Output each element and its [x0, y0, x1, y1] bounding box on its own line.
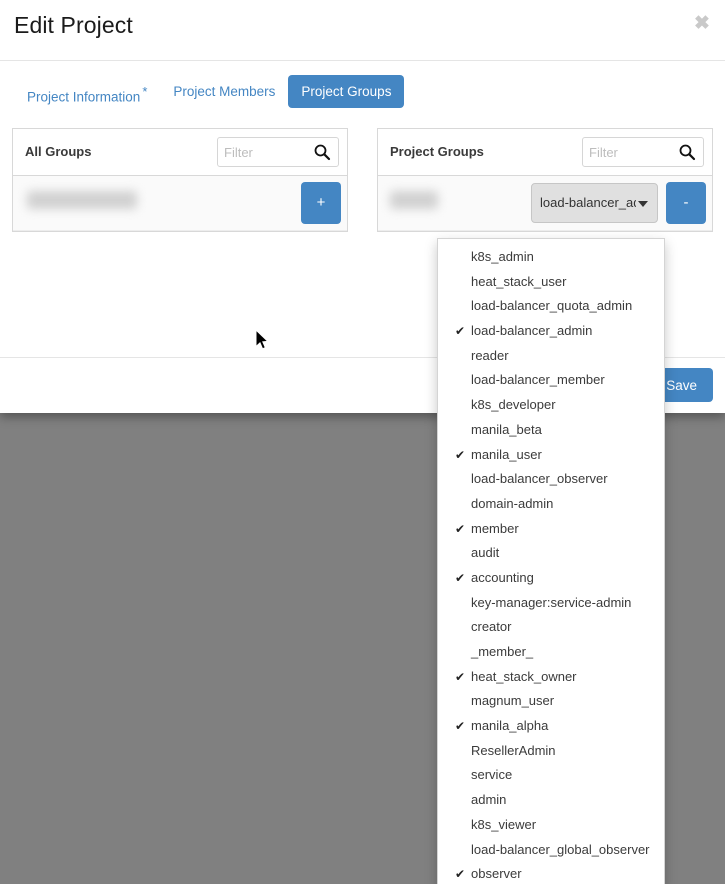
role-option-label: heat_stack_user — [471, 274, 566, 289]
role-option-label: member — [471, 521, 519, 536]
role-option-label: manila_beta — [471, 422, 542, 437]
role-option-label: load-balancer_admin — [471, 323, 592, 338]
project-groups-filter — [582, 137, 704, 167]
role-option[interactable]: heat_stack_user — [438, 270, 664, 295]
role-option[interactable]: key-manager:service-admin — [438, 591, 664, 616]
required-marker: * — [142, 84, 147, 99]
role-option-label: k8s_admin — [471, 249, 534, 264]
tab-project-groups[interactable]: Project Groups — [288, 75, 404, 108]
role-option-label: load-balancer_member — [471, 372, 605, 387]
role-option[interactable]: manila_beta — [438, 418, 664, 443]
list-item[interactable]: + — [13, 176, 347, 231]
role-option[interactable]: k8s_viewer — [438, 813, 664, 838]
check-icon: ✔ — [455, 566, 465, 591]
role-option[interactable]: audit — [438, 541, 664, 566]
role-option[interactable]: reader — [438, 344, 664, 369]
tab-label: Project Members — [173, 84, 275, 99]
all-groups-header: All Groups — [13, 129, 347, 176]
role-option[interactable]: load-balancer_member — [438, 368, 664, 393]
role-option[interactable]: ✔ manila_alpha — [438, 714, 664, 739]
role-option[interactable]: admin — [438, 788, 664, 813]
role-option[interactable]: k8s_admin — [438, 245, 664, 270]
role-option-label: creator — [471, 619, 511, 634]
page-title: Edit Project — [14, 12, 133, 39]
role-option[interactable]: ✔ observer — [438, 862, 664, 884]
role-option[interactable]: ✔ manila_user — [438, 443, 664, 468]
role-option[interactable]: magnum_user — [438, 689, 664, 714]
role-option-label: ResellerAdmin — [471, 743, 556, 758]
role-option-label: reader — [471, 348, 509, 363]
role-option[interactable]: load-balancer_global_observer — [438, 838, 664, 863]
check-icon: ✔ — [455, 714, 465, 739]
tab-bar: Project Information* Project Members Pro… — [0, 61, 725, 124]
role-option[interactable]: k8s_developer — [438, 393, 664, 418]
role-option[interactable]: ✔ load-balancer_admin — [438, 319, 664, 344]
tab-label: Project Groups — [301, 84, 391, 99]
role-option-label: load-balancer_observer — [471, 471, 608, 486]
role-option-label: manila_user — [471, 447, 542, 462]
role-option[interactable]: ✔ heat_stack_owner — [438, 665, 664, 690]
check-icon: ✔ — [455, 319, 465, 344]
role-option[interactable]: service — [438, 763, 664, 788]
add-group-button[interactable]: + — [301, 182, 341, 224]
role-dropdown-menu: k8s_admin heat_stack_user load-balancer_qu… — [437, 238, 665, 884]
role-option-label: k8s_developer — [471, 397, 556, 412]
role-option-label: audit — [471, 545, 499, 560]
role-option-label: manila_alpha — [471, 718, 548, 733]
group-name-redacted — [390, 191, 438, 209]
all-groups-filter — [217, 137, 339, 167]
screen: Edit Project ✖ Project Information* Proj… — [0, 0, 725, 884]
check-icon: ✔ — [455, 443, 465, 468]
check-icon: ✔ — [455, 862, 465, 884]
project-groups-filter-input[interactable] — [583, 138, 679, 166]
role-option[interactable]: creator — [438, 615, 664, 640]
role-option[interactable]: load-balancer_observer — [438, 467, 664, 492]
close-icon[interactable]: ✖ — [689, 10, 715, 36]
group-name-redacted — [27, 191, 137, 209]
role-option-label: magnum_user — [471, 693, 554, 708]
role-option-label: _member_ — [471, 644, 533, 659]
search-icon[interactable] — [313, 143, 331, 161]
project-groups-body: load-balancer_ad... - — [378, 176, 712, 231]
role-option[interactable]: ResellerAdmin — [438, 739, 664, 764]
role-option-label: admin — [471, 792, 506, 807]
project-groups-header: Project Groups — [378, 129, 712, 176]
role-option-label: key-manager:service-admin — [471, 595, 631, 610]
project-groups-title: Project Groups — [390, 144, 484, 159]
role-option[interactable]: domain-admin — [438, 492, 664, 517]
role-option-label: heat_stack_owner — [471, 669, 577, 684]
search-icon[interactable] — [678, 143, 696, 161]
role-option-label: load-balancer_quota_admin — [471, 298, 632, 313]
role-option[interactable]: _member_ — [438, 640, 664, 665]
all-groups-filter-input[interactable] — [218, 138, 314, 166]
tab-label: Project Information — [27, 90, 140, 105]
check-icon: ✔ — [455, 665, 465, 690]
remove-group-button[interactable]: - — [666, 182, 706, 224]
role-option-label: accounting — [471, 570, 534, 585]
mouse-cursor — [256, 330, 270, 357]
role-option-label: load-balancer_global_observer — [471, 842, 650, 857]
role-option[interactable]: ✔ accounting — [438, 566, 664, 591]
role-option[interactable]: ✔ member — [438, 517, 664, 542]
tab-project-members[interactable]: Project Members — [160, 75, 288, 108]
role-option-label: service — [471, 767, 512, 782]
role-option-label: domain-admin — [471, 496, 553, 511]
all-groups-panel: All Groups + — [12, 128, 348, 232]
list-item[interactable]: load-balancer_ad... - — [378, 176, 712, 231]
role-option-label: k8s_viewer — [471, 817, 536, 832]
check-icon: ✔ — [455, 517, 465, 542]
role-select-value: load-balancer_ad... — [540, 195, 636, 210]
project-groups-panel: Project Groups — [377, 128, 713, 232]
chevron-down-icon — [638, 201, 648, 207]
modal-header: Edit Project ✖ — [0, 0, 725, 61]
all-groups-title: All Groups — [25, 144, 91, 159]
role-select[interactable]: load-balancer_ad... — [531, 183, 658, 223]
role-option[interactable]: load-balancer_quota_admin — [438, 294, 664, 319]
tab-project-information[interactable]: Project Information* — [14, 75, 160, 114]
all-groups-body: + — [13, 176, 347, 231]
role-option-label: observer — [471, 866, 522, 881]
